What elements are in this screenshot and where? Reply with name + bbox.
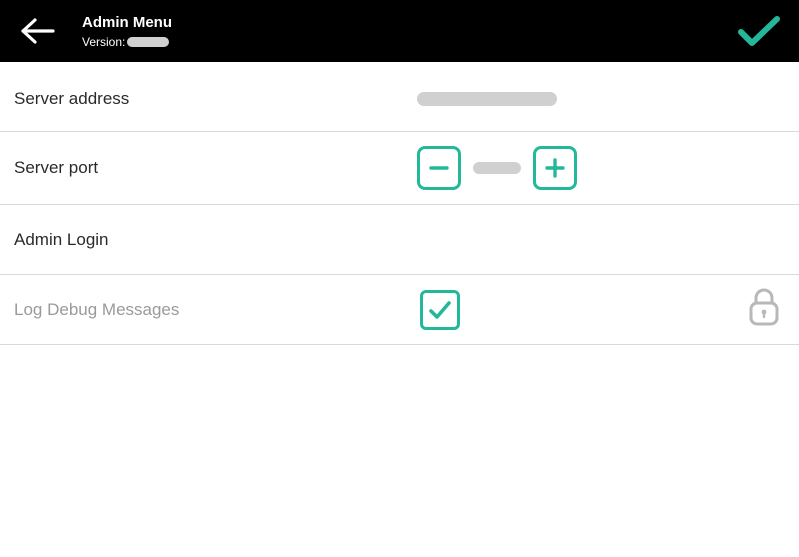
check-icon [427, 297, 453, 323]
check-icon [738, 14, 780, 48]
row-log-debug: Log Debug Messages [0, 275, 799, 345]
port-stepper [417, 146, 577, 190]
port-decrement-button[interactable] [417, 146, 461, 190]
log-debug-label: Log Debug Messages [14, 300, 417, 320]
minus-icon [429, 158, 449, 178]
log-debug-value [417, 290, 460, 330]
version-value-redacted [127, 37, 169, 47]
row-server-address[interactable]: Server address [0, 62, 799, 132]
lock-icon [747, 287, 781, 327]
admin-login-label: Admin Login [14, 230, 417, 250]
lock-indicator [747, 287, 785, 332]
version-label: Version: [82, 35, 125, 49]
log-debug-checkbox[interactable] [420, 290, 460, 330]
server-address-redacted [417, 92, 557, 106]
server-address-value [417, 92, 557, 106]
server-port-label: Server port [14, 158, 417, 178]
header-titles: Admin Menu Version: [82, 14, 172, 49]
page-title: Admin Menu [82, 14, 172, 31]
arrow-left-icon [19, 17, 55, 45]
plus-icon [545, 158, 565, 178]
version-line: Version: [82, 35, 172, 49]
row-admin-login[interactable]: Admin Login [0, 205, 799, 275]
row-server-port: Server port [0, 132, 799, 205]
server-address-label: Server address [14, 89, 417, 109]
header-bar: Admin Menu Version: [0, 0, 799, 62]
back-button[interactable] [16, 10, 58, 52]
port-increment-button[interactable] [533, 146, 577, 190]
server-port-value-redacted [473, 162, 521, 174]
confirm-button[interactable] [735, 7, 783, 55]
